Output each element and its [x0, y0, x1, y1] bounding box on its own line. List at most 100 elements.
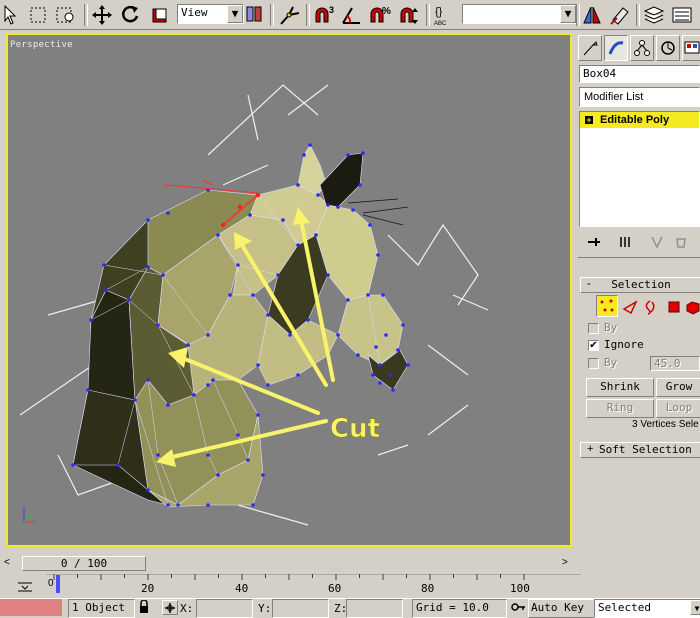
edit-named-selection-icon[interactable]: {} ABC	[432, 3, 456, 27]
transform-mode-icon[interactable]	[162, 600, 178, 615]
collapse-icon: -	[587, 278, 591, 290]
polygon-icon	[668, 301, 680, 313]
curve-editor-icon[interactable]	[670, 3, 694, 27]
layer-manager-icon[interactable]	[642, 3, 666, 27]
ring-button[interactable]: Ring	[586, 399, 654, 418]
selection-count: 1 Object	[68, 599, 135, 618]
modifier-list-dropdown[interactable]: Modifier List	[579, 87, 700, 107]
key-filter-value: Selected	[598, 601, 651, 614]
selection-rollout-title: Selection	[611, 278, 671, 291]
vertex-icon	[600, 299, 614, 312]
toolbar-separator	[306, 4, 310, 26]
edge-icon	[622, 300, 638, 315]
tick-label-40: 40	[235, 582, 249, 595]
time-slider-thumb[interactable]: 0 / 100	[22, 556, 146, 571]
object-name-field[interactable]: Box04	[579, 65, 700, 83]
tick-label-20: 20	[141, 582, 155, 595]
region-select-icon[interactable]	[26, 3, 50, 27]
selection-rollout-header[interactable]: - Selection	[580, 277, 700, 293]
hierarchy-tab[interactable]	[630, 35, 654, 61]
chevron-down-icon: ▼	[560, 5, 576, 23]
selection-lock-icon[interactable]	[138, 599, 150, 617]
chevron-down-icon: ▼	[690, 600, 700, 615]
edge-level-button[interactable]	[620, 297, 640, 317]
by-angle-checkbox[interactable]	[588, 358, 599, 369]
by-angle-label: By	[604, 356, 618, 369]
select-link-icon[interactable]	[278, 3, 302, 27]
svg-text:3: 3	[329, 5, 334, 15]
auto-key-button[interactable]: Auto Key	[528, 599, 596, 618]
by-vertex-label: By	[604, 321, 618, 334]
viewport-scene[interactable]: x Cut	[8, 35, 570, 545]
make-unique-icon[interactable]	[650, 235, 664, 252]
tick-label-100: 100	[510, 582, 530, 595]
track-ruler	[46, 573, 581, 580]
create-tab[interactable]	[578, 35, 602, 61]
y-coordinate-field[interactable]	[272, 599, 329, 618]
stack-tools	[580, 232, 700, 252]
select-object-icon[interactable]	[0, 3, 18, 27]
z-coordinate-field[interactable]	[346, 599, 403, 618]
horse-head-mesh[interactable]	[72, 144, 409, 508]
element-level-button[interactable]	[684, 297, 700, 317]
stack-item-editable-poly[interactable]: + Editable Poly	[580, 112, 699, 128]
grow-button[interactable]: Grow	[656, 378, 700, 397]
panel-divider	[578, 257, 700, 258]
pin-stack-icon[interactable]	[586, 235, 602, 252]
toolbar-separator	[636, 4, 640, 26]
motion-icon	[661, 41, 675, 55]
snap-3d-icon[interactable]: 3	[312, 3, 336, 27]
tick-label-0: 0	[48, 578, 54, 589]
loop-button[interactable]: Loop	[656, 399, 700, 418]
pivot-center-icon[interactable]	[242, 3, 266, 27]
reference-coordinate-combo[interactable]: View ▼	[177, 4, 244, 24]
world-axis-icon	[23, 507, 37, 524]
ignore-backfacing-row: ✔ Ignore	[588, 338, 700, 354]
tick-label-60: 60	[328, 582, 342, 595]
border-level-button[interactable]	[640, 297, 660, 317]
hierarchy-icon	[634, 40, 650, 56]
scale-icon[interactable]	[148, 3, 172, 27]
next-frame-icon[interactable]: >	[562, 557, 568, 568]
mirror-icon[interactable]	[580, 3, 604, 27]
spinner-snap-icon[interactable]	[396, 3, 420, 27]
percent-snap-icon[interactable]: %	[368, 3, 392, 27]
by-vertex-checkbox[interactable]	[588, 323, 599, 334]
tick-label-80: 80	[421, 582, 435, 595]
track-bar-toggle-icon[interactable]	[14, 578, 36, 596]
prev-frame-icon[interactable]: <	[4, 557, 10, 568]
toolbar-separator	[84, 4, 88, 26]
align-icon[interactable]	[608, 3, 632, 27]
soft-selection-rollout-header[interactable]: + Soft Selection	[580, 442, 700, 458]
window-crossing-icon[interactable]	[54, 3, 78, 27]
remove-modifier-icon[interactable]	[674, 235, 688, 252]
ignore-backfacing-checkbox[interactable]: ✔	[588, 340, 599, 351]
x-coordinate-field[interactable]	[196, 599, 253, 618]
expand-icon[interactable]: +	[585, 116, 593, 125]
abc-label: ABC	[434, 21, 447, 27]
selection-status-text: 3 Vertices Sele	[632, 419, 699, 430]
angle-threshold-spinner[interactable]: 45.0	[650, 356, 700, 371]
chevron-down-icon: ▼	[227, 5, 243, 23]
move-icon[interactable]	[90, 3, 114, 27]
shrink-button[interactable]: Shrink	[586, 378, 654, 397]
rotate-icon[interactable]	[118, 3, 142, 27]
angle-snap-icon[interactable]	[340, 3, 364, 27]
maxscript-listener[interactable]	[0, 599, 62, 616]
polygon-level-button[interactable]	[664, 297, 684, 317]
named-selection-combo[interactable]: ▼	[462, 4, 577, 24]
current-frame-marker	[56, 575, 60, 593]
display-tab[interactable]	[682, 35, 700, 61]
create-icon	[583, 41, 598, 56]
track-bar[interactable]	[46, 573, 581, 596]
show-end-result-icon[interactable]	[618, 235, 632, 252]
vertex-level-button[interactable]	[596, 295, 618, 317]
motion-tab[interactable]	[656, 35, 680, 61]
element-icon	[686, 301, 700, 315]
key-filter-combo[interactable]: Selected ▼	[594, 599, 700, 618]
viewport-label[interactable]: Perspective	[10, 40, 73, 50]
expand-icon: +	[587, 443, 594, 455]
modify-tab[interactable]	[604, 35, 628, 61]
by-vertex-row: By	[588, 321, 700, 337]
key-mode-icon[interactable]	[510, 600, 526, 617]
